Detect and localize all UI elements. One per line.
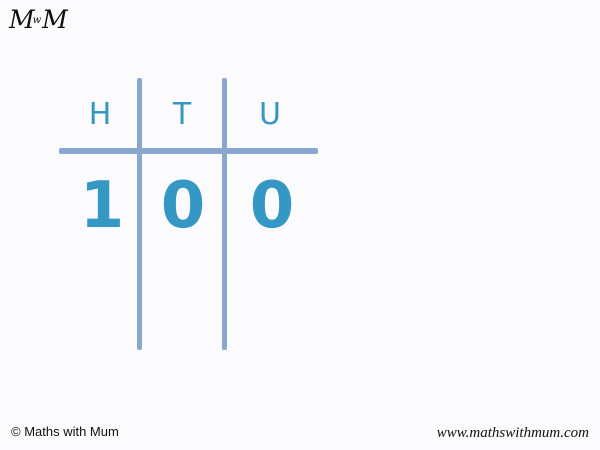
logo-letter-right: M bbox=[42, 5, 68, 34]
place-value-horizontal-line bbox=[59, 148, 318, 154]
units-header: U bbox=[259, 97, 281, 132]
slide: MwM H T U 1 0 0 © Maths with Mum www.mat… bbox=[0, 0, 600, 450]
tens-header: T bbox=[172, 97, 192, 132]
website-text: www.mathswithmum.com bbox=[436, 425, 589, 441]
units-digit: 0 bbox=[249, 169, 295, 243]
copyright-text: © Maths with Mum bbox=[11, 424, 119, 439]
place-value-vertical-line-2 bbox=[222, 78, 227, 350]
tens-digit: 0 bbox=[160, 169, 206, 243]
maths-with-mum-logo: MwM bbox=[9, 4, 68, 37]
logo-letter-left: M bbox=[9, 5, 35, 34]
hundreds-digit: 1 bbox=[79, 169, 125, 243]
place-value-vertical-line-1 bbox=[137, 78, 142, 350]
logo-letter-middle: w bbox=[32, 15, 42, 26]
hundreds-header: H bbox=[88, 97, 112, 132]
